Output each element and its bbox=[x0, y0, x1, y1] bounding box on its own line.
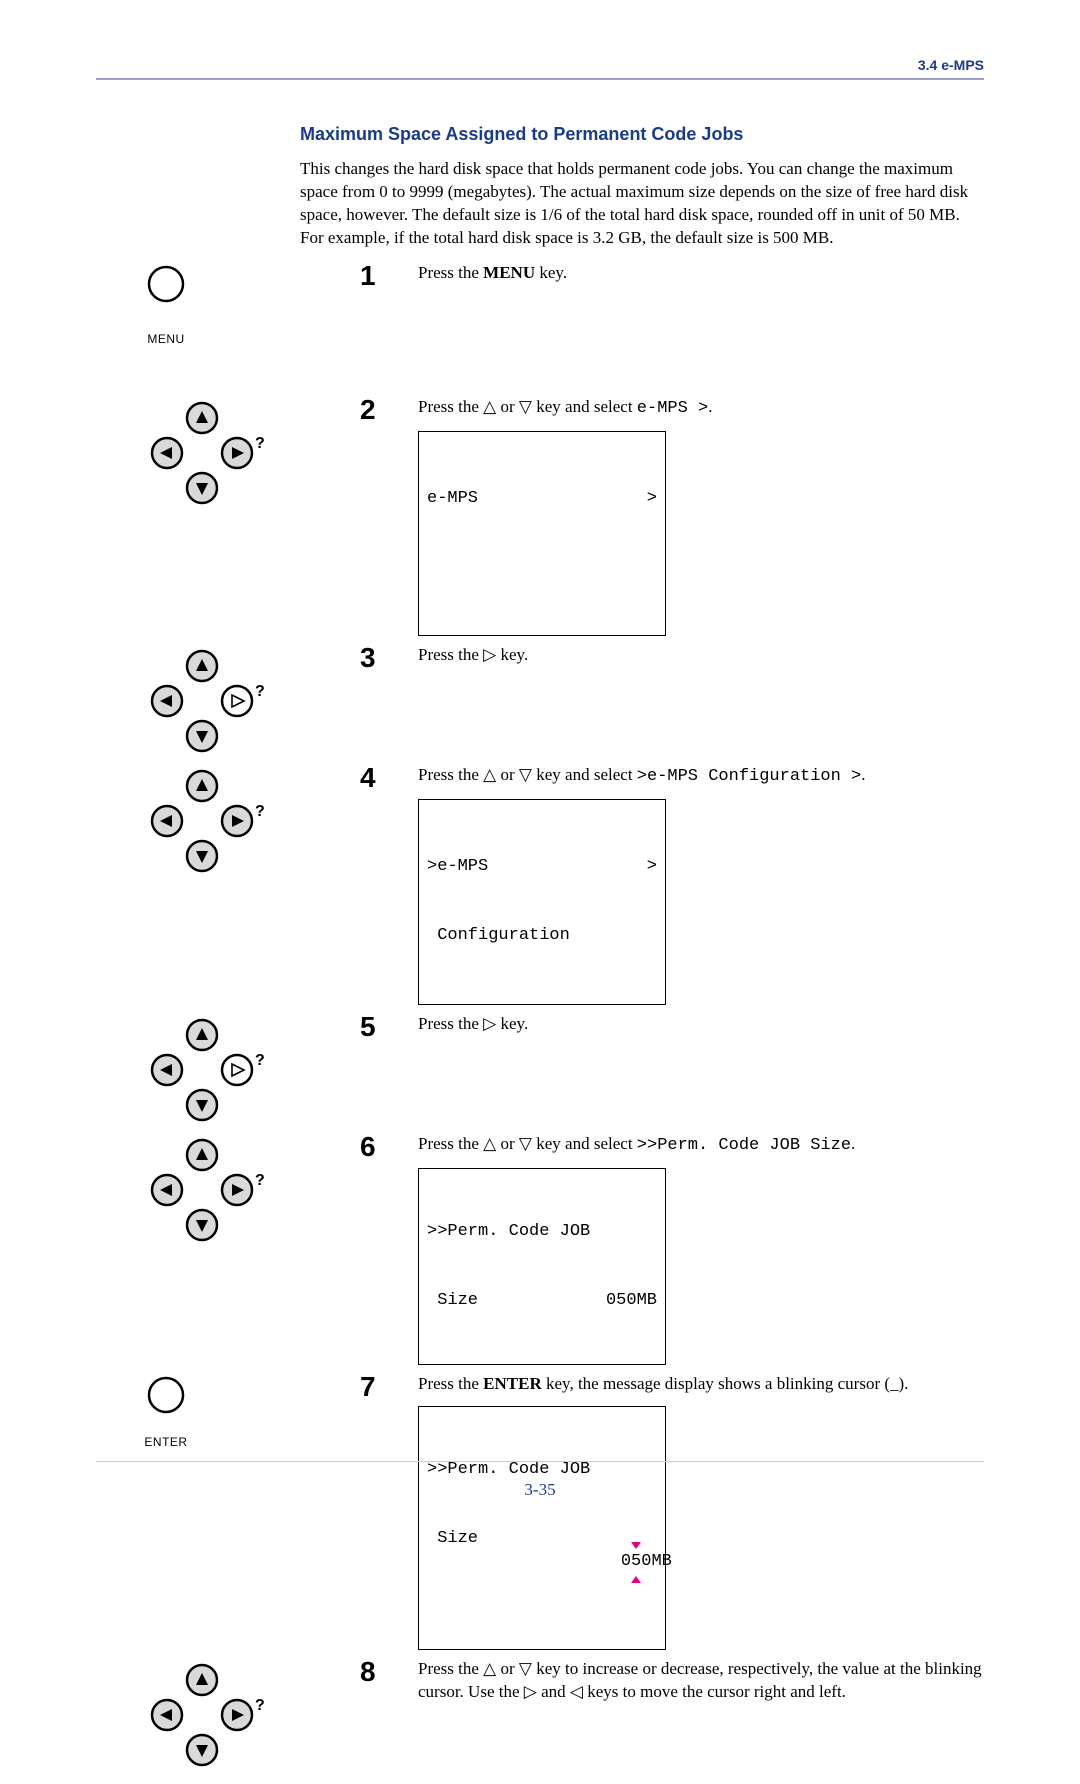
svg-text:?: ? bbox=[255, 435, 265, 452]
rule-top bbox=[96, 78, 984, 80]
step-number: 4 bbox=[360, 762, 414, 792]
step-2: ? 2 Press the △ or ▽ key and select e-MP… bbox=[0, 394, 1080, 636]
lcd-display: >>Perm. Code JOB Size050MB bbox=[418, 1168, 666, 1366]
steps-list: MENU 1 Press the MENU key. bbox=[0, 260, 1080, 1784]
step-text: Press the △ or ▽ key to increase or decr… bbox=[418, 1658, 984, 1704]
lcd-display: e-MPS> bbox=[418, 431, 666, 637]
svg-text:?: ? bbox=[255, 803, 265, 820]
step-1: MENU 1 Press the MENU key. bbox=[0, 260, 1080, 388]
step-number: 6 bbox=[360, 1131, 414, 1161]
content-block: Maximum Space Assigned to Permanent Code… bbox=[300, 122, 984, 274]
step-text: Press the △ or ▽ key and select >e-MPS C… bbox=[418, 764, 984, 789]
svg-text:?: ? bbox=[255, 683, 265, 700]
step-4: ? 4 Press the △ or ▽ key and select >e-M… bbox=[0, 762, 1080, 1004]
step-text: Press the △ or ▽ key and select e-MPS >. bbox=[418, 396, 984, 421]
step-6: ? 6 Press the △ or ▽ key and select >>Pe… bbox=[0, 1131, 1080, 1365]
step-number: 3 bbox=[360, 642, 414, 672]
step-number: 8 bbox=[360, 1656, 414, 1686]
dpad-icon: ? bbox=[142, 1660, 262, 1770]
step-text: Press the ▷ key. bbox=[418, 1013, 984, 1036]
step-5: ? 5 Press the ▷ key. bbox=[0, 1011, 1080, 1125]
rule-bottom bbox=[96, 1461, 984, 1462]
step-number: 2 bbox=[360, 394, 414, 424]
step-text: Press the ENTER key, the message display… bbox=[418, 1373, 984, 1396]
step-text: Press the ▷ key. bbox=[418, 644, 984, 667]
step-number: 5 bbox=[360, 1011, 414, 1041]
enter-key-label: ENTER bbox=[142, 1434, 190, 1450]
dpad-icon: ? bbox=[142, 766, 262, 876]
step-text: Press the △ or ▽ key and select >>Perm. … bbox=[418, 1133, 984, 1158]
svg-text:?: ? bbox=[255, 1697, 265, 1714]
step-number: 1 bbox=[360, 260, 414, 290]
menu-key-icon: MENU bbox=[142, 264, 190, 347]
step-8: ? 8 Press the △ or ▽ key to increase or … bbox=[0, 1656, 1080, 1784]
dpad-icon: ? bbox=[142, 398, 262, 508]
step-number: 7 bbox=[360, 1371, 414, 1401]
page: 3.4 e-MPS Maximum Space Assigned to Perm… bbox=[0, 0, 1080, 1528]
page-title: Maximum Space Assigned to Permanent Code… bbox=[300, 122, 984, 146]
header-section-label: 3.4 e-MPS bbox=[918, 56, 984, 75]
dpad-icon: ? bbox=[142, 646, 262, 756]
dpad-icon: ? bbox=[142, 1135, 262, 1245]
intro-paragraph: This changes the hard disk space that ho… bbox=[300, 158, 984, 250]
step-3: ? 3 Press the ▷ key. bbox=[0, 642, 1080, 756]
step-7: ENTER 7 Press the ENTER key, the message… bbox=[0, 1371, 1080, 1649]
lcd-display: >e-MPS> Configuration bbox=[418, 799, 666, 1005]
page-number: 3-35 bbox=[0, 1479, 1080, 1502]
step-text: Press the MENU key. bbox=[418, 262, 984, 285]
svg-text:?: ? bbox=[255, 1172, 265, 1189]
enter-key-icon: ENTER bbox=[142, 1375, 190, 1450]
dpad-icon: ? bbox=[142, 1015, 262, 1125]
svg-text:?: ? bbox=[255, 1052, 265, 1069]
cursor-indicator-icon: 5 bbox=[631, 1551, 641, 1574]
menu-key-label: MENU bbox=[142, 331, 190, 347]
